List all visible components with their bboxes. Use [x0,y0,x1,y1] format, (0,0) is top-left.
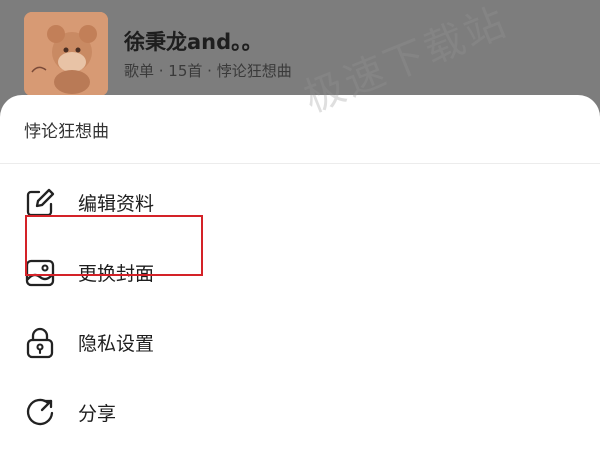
sheet-divider [0,163,600,164]
playlist-title: 徐秉龙and。。 [124,30,263,54]
menu-item-label: 分享 [78,403,117,425]
menu-item-share[interactable]: 分享 [0,383,600,439]
playlist-cover-image [24,12,108,96]
menu-item-privacy-settings[interactable]: 隐私设置 [0,313,600,369]
playlist-subtitle: 歌单 · 15首 · 悖论狂想曲 [124,62,292,80]
menu-item-label: 隐私设置 [78,333,155,355]
menu-item-label: 编辑资料 [78,193,155,215]
lock-icon [22,325,58,361]
highlight-box [25,215,203,276]
sheet-title: 悖论狂想曲 [24,122,109,142]
share-icon [22,395,58,431]
